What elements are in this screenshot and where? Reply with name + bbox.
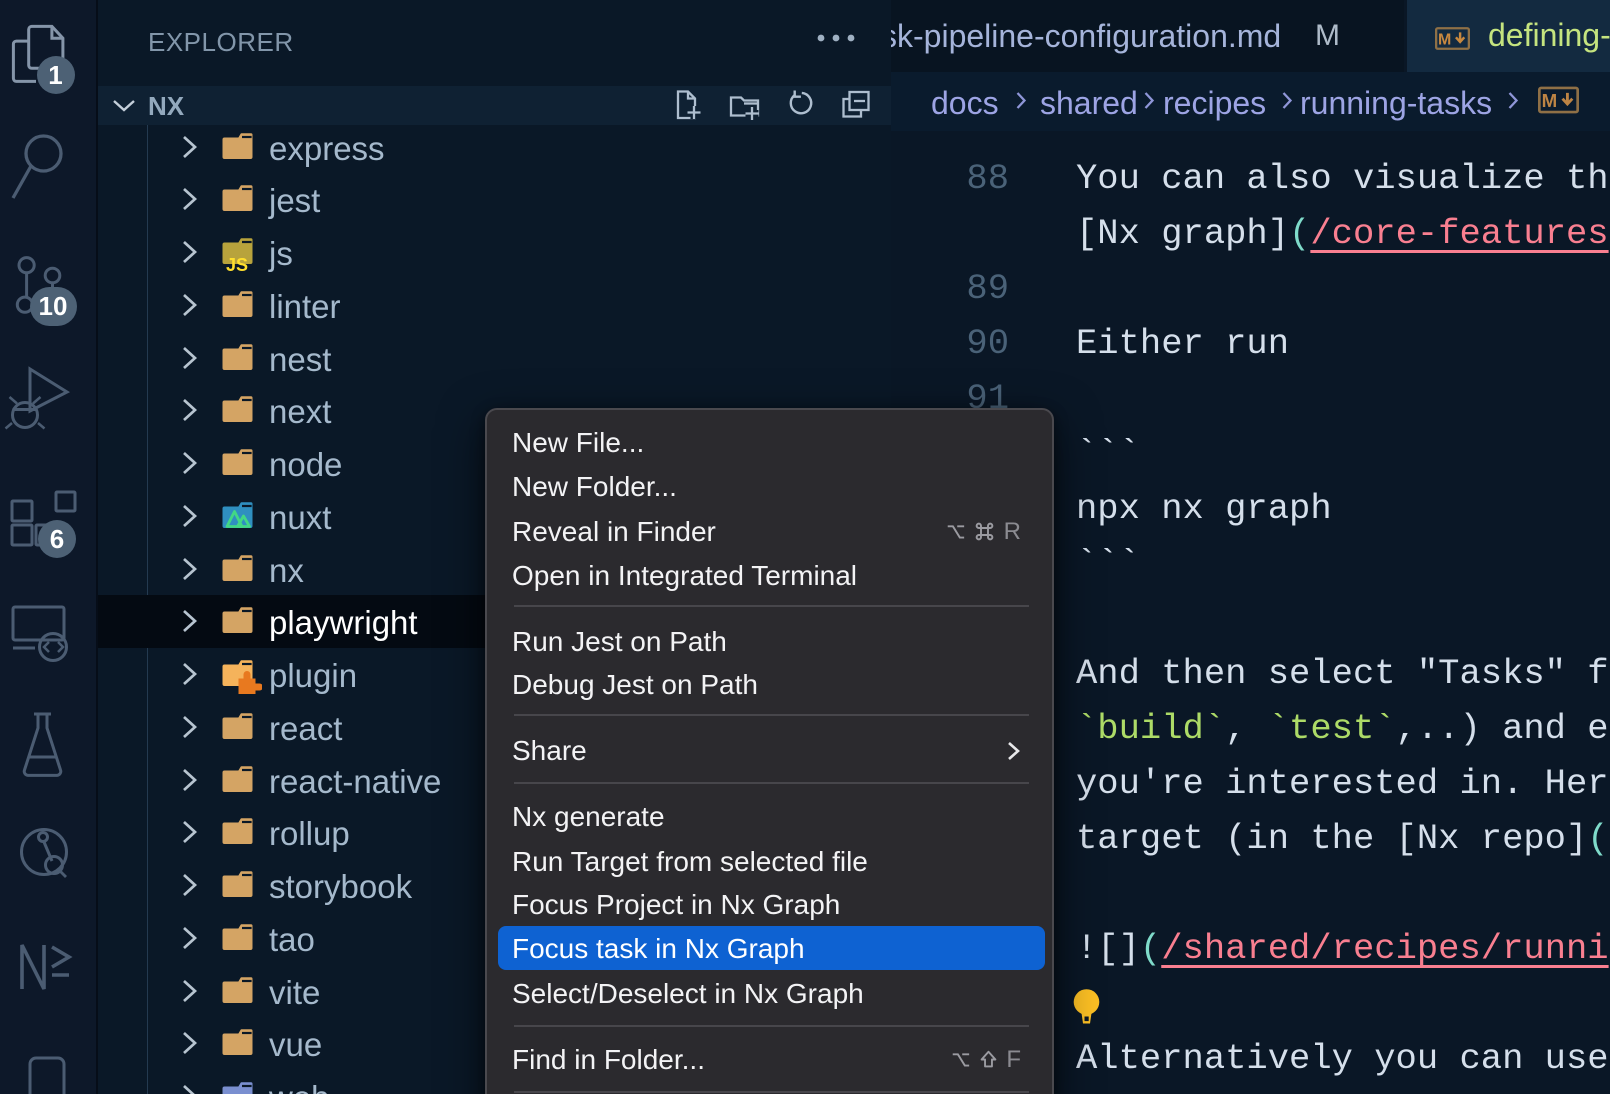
svg-text:M: M — [1438, 32, 1451, 49]
svg-text:M: M — [1542, 90, 1558, 111]
svg-text:JS: JS — [226, 255, 248, 272]
